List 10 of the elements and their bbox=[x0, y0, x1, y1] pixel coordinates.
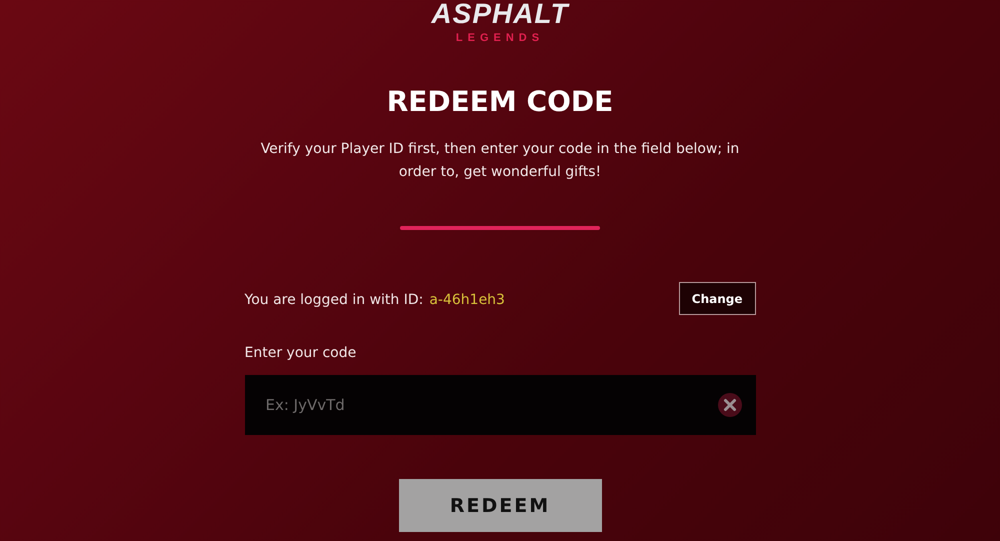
code-label: Enter your code bbox=[244, 345, 358, 361]
player-id: a-46h1eh3 bbox=[429, 292, 505, 308]
clear-icon[interactable] bbox=[718, 393, 742, 417]
change-button[interactable]: Change bbox=[678, 282, 756, 315]
description: Verify your Player ID first, then enter your code in the field below; in order to, get wonderful gifts! bbox=[260, 140, 740, 182]
page-heading: REDEEM CODE bbox=[386, 84, 614, 120]
logo-subtitle: LEGENDS bbox=[456, 32, 544, 44]
login-text: You are logged in with ID: bbox=[244, 292, 424, 308]
code-field[interactable]: Ex: JyVvTd bbox=[244, 375, 756, 435]
logo-title: ASPHALT bbox=[431, 0, 569, 28]
